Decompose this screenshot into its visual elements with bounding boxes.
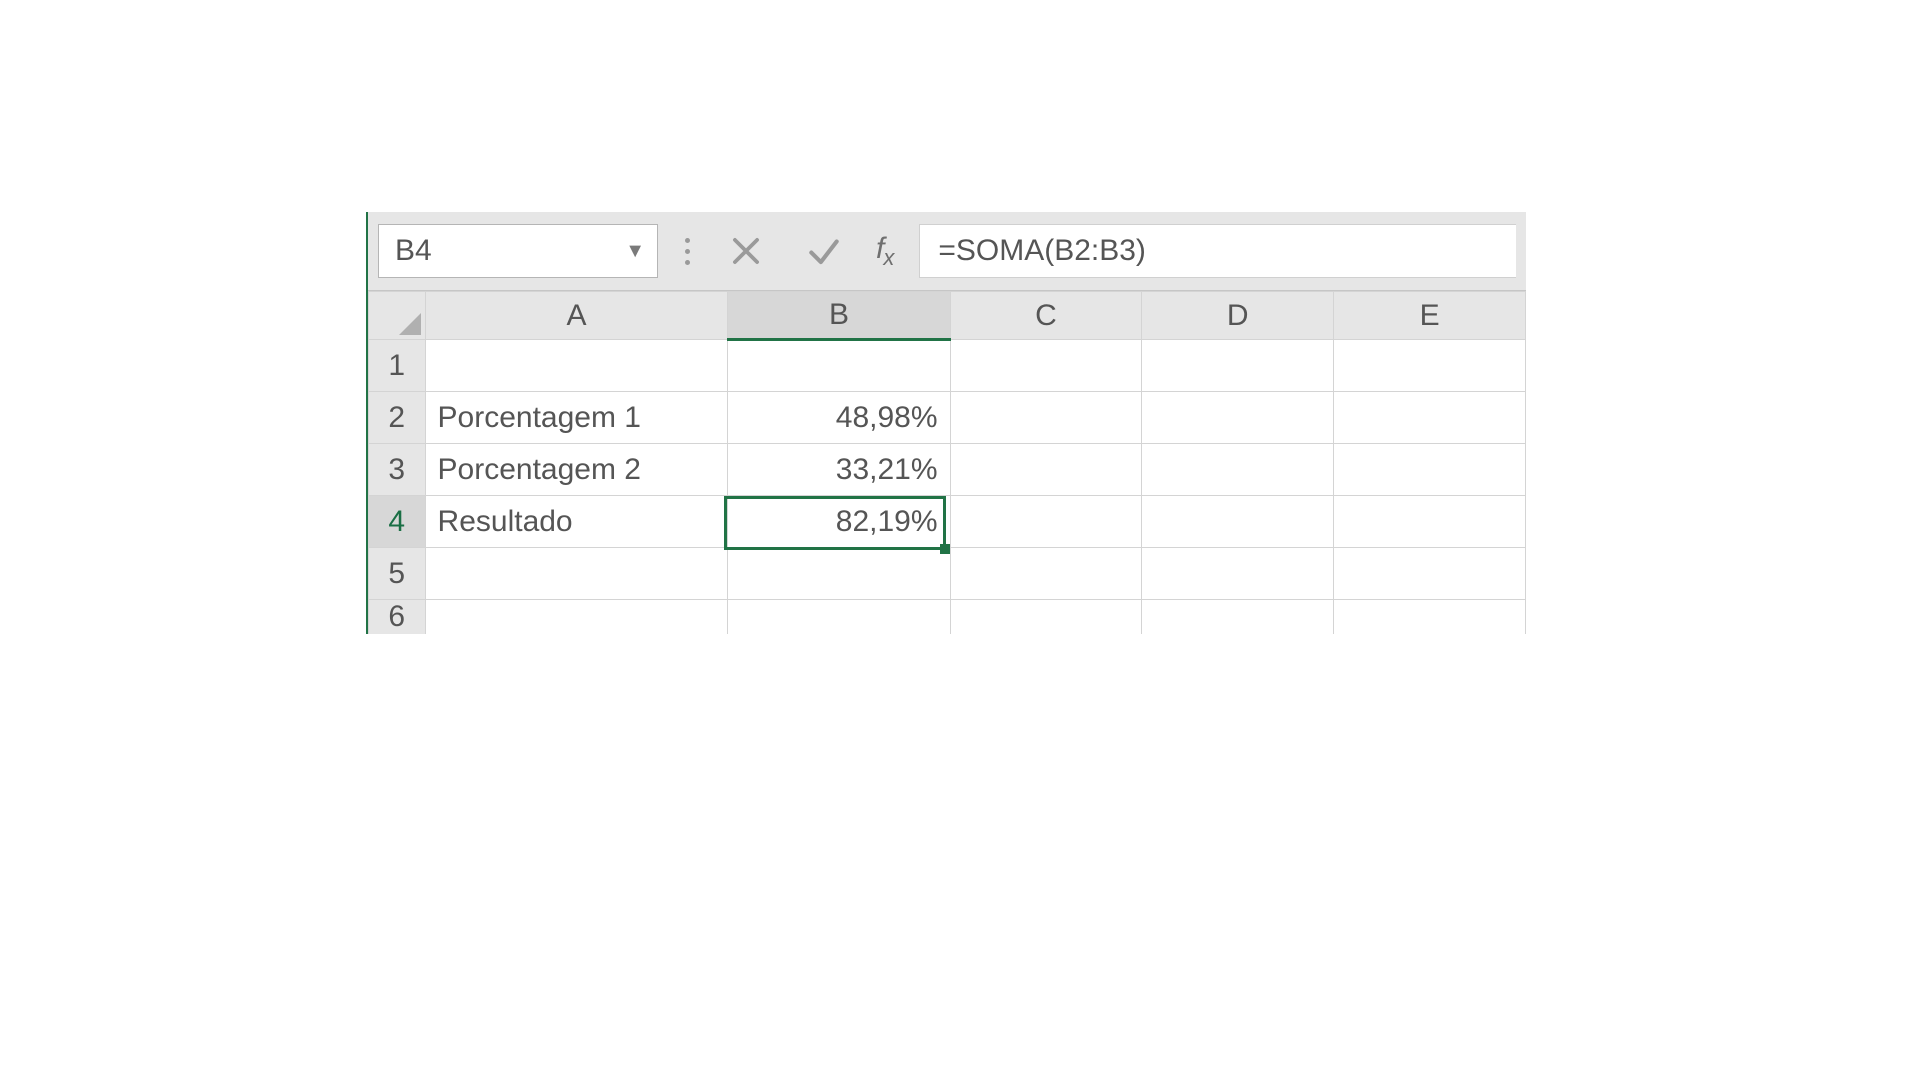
row-1: 1 — [369, 340, 1526, 392]
row-header-6[interactable]: 6 — [369, 600, 426, 635]
row-3: 3 Porcentagem 2 33,21% — [369, 444, 1526, 496]
cell-A5[interactable] — [425, 548, 728, 600]
row-header-4[interactable]: 4 — [369, 496, 426, 548]
cell-C4[interactable] — [950, 496, 1142, 548]
row-4: 4 Resultado 82,19% — [369, 496, 1526, 548]
cell-D3[interactable] — [1142, 444, 1334, 496]
cell-E4[interactable] — [1334, 496, 1526, 548]
column-header-C[interactable]: C — [950, 292, 1142, 340]
row-header-3[interactable]: 3 — [369, 444, 426, 496]
formula-bar-row: B4 ▼ fx =SOMA(B2:B3) — [368, 212, 1526, 290]
formula-input[interactable]: =SOMA(B2:B3) — [919, 224, 1516, 278]
cell-C6[interactable] — [950, 600, 1142, 635]
enter-button[interactable] — [794, 226, 854, 276]
cell-B5[interactable] — [728, 548, 950, 600]
cell-D4[interactable] — [1142, 496, 1334, 548]
cell-E6[interactable] — [1334, 600, 1526, 635]
row-2: 2 Porcentagem 1 48,98% — [369, 392, 1526, 444]
cell-C3[interactable] — [950, 444, 1142, 496]
cell-A4[interactable]: Resultado — [425, 496, 728, 548]
cell-C5[interactable] — [950, 548, 1142, 600]
column-header-B[interactable]: B — [728, 292, 950, 340]
insert-function-button[interactable]: fx — [872, 232, 901, 271]
column-header-E[interactable]: E — [1334, 292, 1526, 340]
row-header-2[interactable]: 2 — [369, 392, 426, 444]
column-header-row: A B C D E — [369, 292, 1526, 340]
select-all-corner[interactable] — [369, 292, 426, 340]
excel-window: B4 ▼ fx =SOMA(B2:B3) — [366, 212, 1526, 634]
cell-A6[interactable] — [425, 600, 728, 635]
cell-D2[interactable] — [1142, 392, 1334, 444]
row-6: 6 — [369, 600, 1526, 635]
expand-formula-bar-button[interactable] — [676, 228, 698, 274]
spreadsheet-grid[interactable]: A B C D E 1 — [368, 290, 1526, 634]
cell-E2[interactable] — [1334, 392, 1526, 444]
cell-B1[interactable] — [728, 340, 950, 392]
cell-A2[interactable]: Porcentagem 1 — [425, 392, 728, 444]
cell-B2[interactable]: 48,98% — [728, 392, 950, 444]
cell-A1[interactable] — [425, 340, 728, 392]
formula-text: =SOMA(B2:B3) — [938, 234, 1146, 268]
cell-B4[interactable]: 82,19% — [728, 496, 950, 548]
cell-D1[interactable] — [1142, 340, 1334, 392]
row-5: 5 — [369, 548, 1526, 600]
cell-E1[interactable] — [1334, 340, 1526, 392]
cell-B6[interactable] — [728, 600, 950, 635]
name-box-value: B4 — [395, 234, 432, 268]
cancel-button[interactable] — [716, 226, 776, 276]
cell-C2[interactable] — [950, 392, 1142, 444]
cell-B3[interactable]: 33,21% — [728, 444, 950, 496]
cell-E3[interactable] — [1334, 444, 1526, 496]
name-box-dropdown-icon[interactable]: ▼ — [625, 240, 645, 263]
check-icon — [805, 232, 843, 270]
cell-D5[interactable] — [1142, 548, 1334, 600]
name-box[interactable]: B4 ▼ — [378, 224, 658, 278]
cell-A3[interactable]: Porcentagem 2 — [425, 444, 728, 496]
close-icon — [727, 232, 765, 270]
column-header-D[interactable]: D — [1142, 292, 1334, 340]
fill-handle[interactable] — [940, 544, 950, 554]
cell-E5[interactable] — [1334, 548, 1526, 600]
cell-C1[interactable] — [950, 340, 1142, 392]
cell-D6[interactable] — [1142, 600, 1334, 635]
column-header-A[interactable]: A — [425, 292, 728, 340]
row-header-1[interactable]: 1 — [369, 340, 426, 392]
row-header-5[interactable]: 5 — [369, 548, 426, 600]
